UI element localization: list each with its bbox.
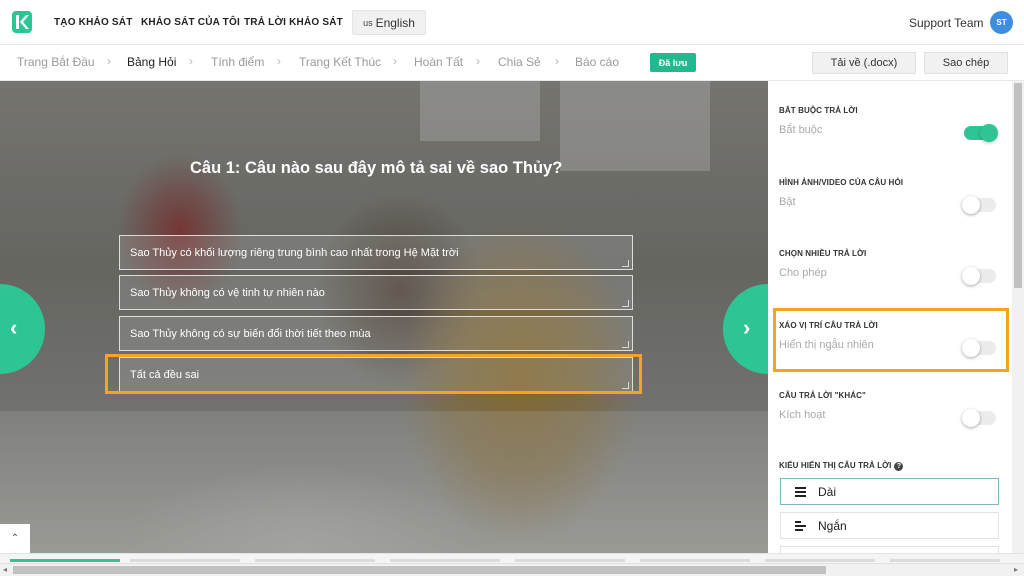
language-label: English xyxy=(375,15,415,30)
avatar[interactable]: ST xyxy=(990,11,1013,34)
step-questionnaire[interactable]: Bảng Hỏi xyxy=(127,55,176,69)
scroll-right-icon[interactable]: ▸ xyxy=(1014,565,1018,574)
vertical-scrollbar[interactable] xyxy=(1012,81,1024,553)
display-mode-long[interactable]: Dài xyxy=(780,478,999,505)
answer-option-3[interactable]: Sao Thủy không có sự biến đổi thời tiết … xyxy=(119,316,633,351)
media-toggle[interactable] xyxy=(962,196,996,214)
chevron-right-icon: › xyxy=(555,54,559,68)
team-name[interactable]: Support Team xyxy=(909,16,984,30)
progress-segment[interactable] xyxy=(255,559,375,562)
chevron-right-icon: › xyxy=(393,54,397,68)
answer-text: Sao Thủy không có vệ tinh tự nhiên nào xyxy=(130,286,325,299)
step-start-page[interactable]: Trang Bắt Đầu xyxy=(17,55,95,69)
question-circle-icon[interactable]: ? xyxy=(894,462,904,471)
scroll-left-icon[interactable]: ◂ xyxy=(3,565,7,574)
k-logo-icon[interactable] xyxy=(12,11,32,33)
question-canvas: Câu 1: Câu nào sau đây mô tả sai về sao … xyxy=(0,81,768,553)
required-toggle[interactable] xyxy=(964,124,998,142)
list-short-icon xyxy=(795,520,806,531)
progress-segment[interactable] xyxy=(890,559,1000,562)
setting-other-answer: CÂU TRẢ LỜI "KHÁC" Kích hoạt xyxy=(779,391,1004,427)
display-mode-short[interactable]: Ngắn xyxy=(780,512,999,539)
top-navbar: TẠO KHẢO SÁT KHẢO SÁT CỦA TÔI TRẢ LỜI KH… xyxy=(0,0,1024,45)
display-mode-label: KIỂU HIỂN THỊ CÂU TRẢ LỜI xyxy=(779,461,892,470)
scroll-to-top-button[interactable]: ⌃ xyxy=(0,524,30,553)
chevron-right-icon: › xyxy=(476,54,480,68)
toggle-knob xyxy=(962,267,980,285)
scrollbar-thumb[interactable] xyxy=(1014,83,1022,288)
answer-option-2[interactable]: Sao Thủy không có vệ tinh tự nhiên nào xyxy=(119,275,633,310)
horizontal-scrollbar[interactable]: ◂ ▸ xyxy=(0,563,1024,576)
language-selector[interactable]: us English xyxy=(352,10,426,35)
nav-answer-surveys[interactable]: TRẢ LỜI KHẢO SÁT xyxy=(244,17,343,28)
other-answer-toggle[interactable] xyxy=(962,409,996,427)
answer-text: Sao Thủy không có sự biến đổi thời tiết … xyxy=(130,327,371,340)
chevron-right-icon: › xyxy=(189,54,193,68)
setting-label: CHỌN NHIỀU TRẢ LỜI xyxy=(779,249,867,258)
step-report[interactable]: Báo cáo xyxy=(575,55,619,69)
toggle-knob xyxy=(962,196,980,214)
chevron-right-icon: › xyxy=(743,315,751,340)
previous-question-button[interactable]: ‹ xyxy=(0,284,45,374)
shuffle-answers-toggle[interactable] xyxy=(962,339,996,357)
scrollbar-thumb[interactable] xyxy=(13,566,826,574)
question-settings-panel: BẮT BUỘC TRẢ LỜI Bắt buộc HÌNH ẢNH/VIDEO… xyxy=(768,81,1012,553)
chevron-right-icon: › xyxy=(107,54,111,68)
saved-badge: Đã lưu xyxy=(650,53,696,72)
setting-label: KIỂU HIỂN THỊ CÂU TRẢ LỜI? xyxy=(779,461,1004,471)
setting-required: BẮT BUỘC TRẢ LỜI Bắt buộc xyxy=(779,106,1004,142)
progress-segment[interactable] xyxy=(765,559,875,562)
setting-question-media: HÌNH ẢNH/VIDEO CỦA CÂU HỎI Bật xyxy=(779,178,1004,214)
progress-segment[interactable] xyxy=(390,559,500,562)
setting-label: BẮT BUỘC TRẢ LỜI xyxy=(779,106,858,115)
multiple-answers-toggle[interactable] xyxy=(962,267,996,285)
setting-shuffle-answers: XÁO VỊ TRÍ CÂU TRẢ LỜI Hiển thị ngẫu nhi… xyxy=(779,321,1004,357)
progress-segment[interactable] xyxy=(640,559,750,562)
progress-segment[interactable] xyxy=(515,559,625,562)
chevron-right-icon: › xyxy=(277,54,281,68)
setting-label: XÁO VỊ TRÍ CÂU TRẢ LỜI xyxy=(779,321,878,330)
display-mode-label: Dài xyxy=(818,484,837,499)
us-flag-icon: us xyxy=(363,17,373,28)
progress-segment-active[interactable] xyxy=(10,559,120,562)
progress-segment[interactable] xyxy=(130,559,240,562)
nav-my-surveys[interactable]: KHẢO SÁT CỦA TÔI xyxy=(141,17,240,28)
background-window xyxy=(560,81,710,171)
background-desk xyxy=(0,411,768,553)
step-scoring[interactable]: Tính điểm xyxy=(211,55,264,69)
download-docx-button[interactable]: Tải về (.docx) xyxy=(812,52,916,74)
setting-display-mode: KIỂU HIỂN THỊ CÂU TRẢ LỜI? xyxy=(779,461,1004,471)
setting-multiple-answers: CHỌN NHIỀU TRẢ LỜI Cho phép xyxy=(779,249,1004,285)
resize-handle-icon[interactable] xyxy=(622,260,629,267)
steps-breadcrumb: Trang Bắt Đầu › Bảng Hỏi › Tính điểm › T… xyxy=(0,45,1024,81)
toggle-knob xyxy=(980,124,998,142)
copy-button[interactable]: Sao chép xyxy=(924,52,1008,74)
setting-label: CÂU TRẢ LỜI "KHÁC" xyxy=(779,391,866,400)
background-window xyxy=(420,81,540,141)
list-long-icon xyxy=(795,486,806,497)
resize-handle-icon[interactable] xyxy=(622,300,629,307)
answer-text: Tất cả đều sai xyxy=(130,368,200,381)
resize-handle-icon[interactable] xyxy=(622,382,629,389)
display-mode-label: Ngắn xyxy=(818,518,847,533)
chevron-up-icon: ⌃ xyxy=(10,533,20,544)
setting-label: HÌNH ẢNH/VIDEO CỦA CÂU HỎI xyxy=(779,178,904,187)
next-question-button[interactable]: › xyxy=(723,284,768,374)
question-title[interactable]: Câu 1: Câu nào sau đây mô tả sai về sao … xyxy=(190,159,590,178)
question-navigator-strip xyxy=(0,553,1024,563)
answer-option-4[interactable]: Tất cả đều sai xyxy=(119,357,633,392)
answer-text: Sao Thủy có khối lượng riêng trung bình … xyxy=(130,246,459,259)
step-complete[interactable]: Hoàn Tất xyxy=(414,55,463,69)
step-end-page[interactable]: Trang Kết Thúc xyxy=(299,55,381,69)
toggle-knob xyxy=(962,409,980,427)
answer-option-1[interactable]: Sao Thủy có khối lượng riêng trung bình … xyxy=(119,235,633,270)
step-share[interactable]: Chia Sẻ xyxy=(498,55,541,69)
toggle-knob xyxy=(962,339,980,357)
resize-handle-icon[interactable] xyxy=(622,341,629,348)
nav-create-survey[interactable]: TẠO KHẢO SÁT xyxy=(54,17,133,28)
chevron-left-icon: ‹ xyxy=(10,315,18,340)
display-mode-more[interactable] xyxy=(780,546,999,553)
